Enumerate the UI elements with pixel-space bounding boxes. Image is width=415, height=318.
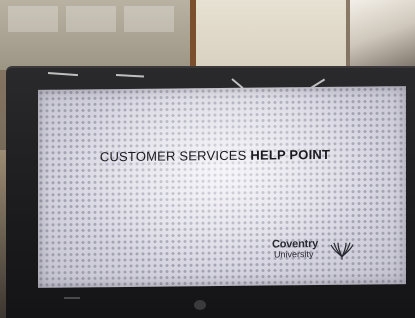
eagle-emblem-icon [330, 242, 354, 260]
bezel-label [64, 297, 80, 299]
window-pane [66, 6, 116, 32]
hp-logo-icon [194, 300, 206, 310]
logo-text-line2: University [274, 249, 314, 260]
monitor-screen[interactable]: CUSTOMER SERVICES HELP POINT Coventry Un… [38, 86, 406, 288]
window-pane [124, 6, 174, 32]
university-logo: Coventry University [272, 238, 362, 266]
photo-scene: CUSTOMER SERVICES HELP POINT Coventry Un… [0, 0, 415, 318]
window-pane [8, 6, 58, 32]
light-reflection [47, 72, 78, 77]
background-window [0, 0, 196, 70]
background-wall [196, 0, 346, 72]
light-reflection [115, 74, 145, 78]
headline-bold: HELP POINT [250, 146, 331, 163]
headline-regular: CUSTOMER SERVICES [99, 147, 247, 165]
